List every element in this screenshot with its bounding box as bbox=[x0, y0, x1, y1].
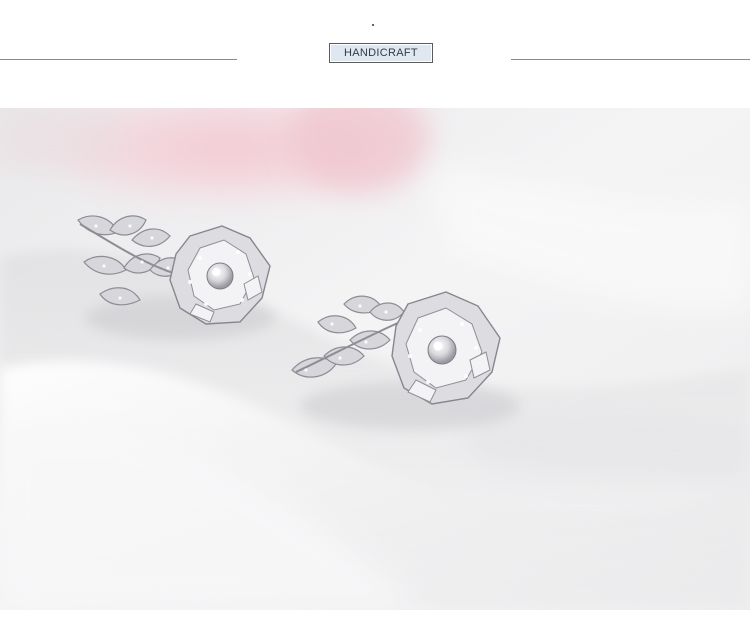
product-photo bbox=[0, 108, 750, 610]
handicraft-badge: HANDICRAFT bbox=[329, 43, 433, 63]
header: HANDICRAFT bbox=[0, 0, 750, 108]
earrings-photo-svg bbox=[0, 108, 750, 610]
divider-left bbox=[0, 59, 237, 60]
footer-strip bbox=[0, 610, 750, 620]
divider-right bbox=[511, 59, 750, 60]
handicraft-label: HANDICRAFT bbox=[344, 47, 418, 59]
decor-dot bbox=[372, 24, 374, 26]
